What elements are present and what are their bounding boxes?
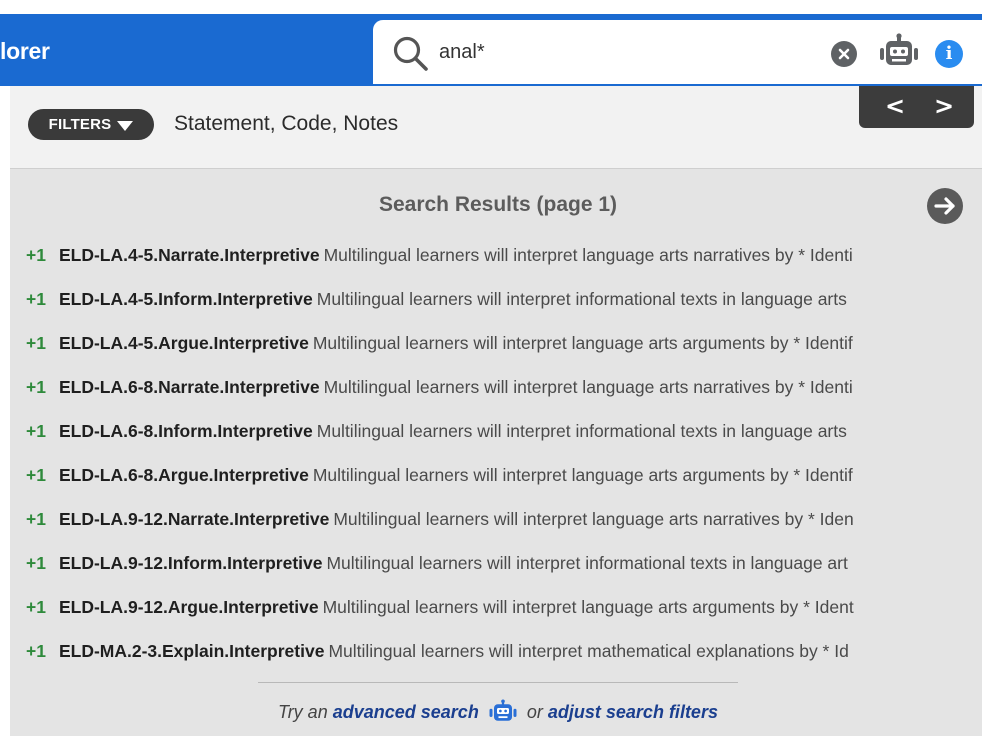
footer-middle: or: [526, 702, 543, 722]
result-score-badge: +1: [26, 509, 46, 529]
header-top-stripe: [0, 0, 982, 14]
result-score-badge: +1: [26, 333, 46, 353]
result-code[interactable]: ELD-LA.4-5.Inform.Interpretive: [59, 289, 313, 309]
filters-button[interactable]: FILTERS: [28, 109, 154, 140]
result-row[interactable]: +1 ELD-LA.6-8.Inform.Interpretive Multilin…: [26, 416, 982, 460]
result-code[interactable]: ELD-LA.6-8.Narrate.Interpretive: [59, 377, 320, 397]
result-score-badge: +1: [26, 377, 46, 397]
app-title: lorer: [0, 38, 50, 64]
result-code[interactable]: ELD-LA.9-12.Argue.Interpretive: [59, 597, 319, 617]
caret-down-icon: [117, 120, 134, 131]
search-input[interactable]: [439, 38, 819, 66]
result-row[interactable]: +1 ELD-LA.9-12.Narrate.Interpretive Multil…: [26, 504, 982, 548]
search-box: i: [373, 20, 982, 84]
result-text: Multilingual learners will interpret lan…: [323, 377, 853, 397]
result-row[interactable]: +1 ELD-LA.6-8.Narrate.Interpretive Multili…: [26, 372, 982, 416]
result-code[interactable]: ELD-LA.4-5.Narrate.Interpretive: [59, 245, 320, 265]
filters-button-label: FILTERS: [48, 116, 112, 133]
page-nav: < >: [859, 86, 974, 128]
result-code[interactable]: ELD-LA.9-12.Narrate.Interpretive: [59, 509, 329, 529]
result-code[interactable]: ELD-MA.2-3.Explain.Interpretive: [59, 641, 324, 661]
footer-divider: [258, 682, 738, 683]
result-row[interactable]: +1 ELD-LA.4-5.Argue.Interpretive Multiling…: [26, 328, 982, 372]
arrow-right-circle-icon[interactable]: [927, 188, 963, 224]
result-row[interactable]: +1 ELD-LA.9-12.Argue.Interpretive Multilin…: [26, 592, 982, 636]
result-text: Multilingual learners will interpret inf…: [316, 289, 847, 309]
result-text: Multilingual learners will interpret inf…: [316, 421, 847, 441]
result-score-badge: +1: [26, 289, 46, 309]
footer-prefix: Try an: [278, 702, 328, 722]
result-score-badge: +1: [26, 465, 46, 485]
result-code[interactable]: ELD-LA.9-12.Inform.Interpretive: [59, 553, 323, 573]
search-help-footer: Try an advanced search or adjust search …: [10, 699, 982, 723]
result-row[interactable]: +1 ELD-LA.4-5.Inform.Interpretive Multilin…: [26, 284, 982, 328]
result-list: +1 ELD-LA.4-5.Narrate.Interpretive Multili…: [26, 240, 982, 680]
search-icon[interactable]: [391, 34, 431, 74]
prev-page-button[interactable]: <: [885, 92, 905, 120]
result-row[interactable]: +1 ELD-LA.6-8.Argue.Interpretive Multiling…: [26, 460, 982, 504]
robot-icon[interactable]: [879, 33, 919, 71]
result-code[interactable]: ELD-LA.4-5.Argue.Interpretive: [59, 333, 309, 353]
result-text: Multilingual learners will interpret lan…: [323, 245, 853, 265]
result-code[interactable]: ELD-LA.6-8.Argue.Interpretive: [59, 465, 309, 485]
result-text: Multilingual learners will interpret lan…: [312, 333, 853, 353]
search-results-panel: Search Results (page 1) +1 ELD-LA.4-5.Nar…: [10, 169, 982, 736]
result-score-badge: +1: [26, 421, 46, 441]
result-text: Multilingual learners will interpret lan…: [312, 465, 853, 485]
filter-summary: Statement, Code, Notes: [174, 112, 399, 135]
next-page-button[interactable]: >: [934, 92, 954, 120]
result-score-badge: +1: [26, 245, 46, 265]
result-text: Multilingual learners will interpret mat…: [328, 641, 849, 661]
advanced-search-link[interactable]: advanced search: [333, 702, 479, 722]
clear-search-icon[interactable]: [831, 41, 857, 67]
result-score-badge: +1: [26, 641, 46, 661]
result-score-badge: +1: [26, 553, 46, 573]
result-row[interactable]: +1 ELD-LA.9-12.Inform.Interpretive Multili…: [26, 548, 982, 592]
result-text: Multilingual learners will interpret inf…: [326, 553, 848, 573]
results-title: Search Results (page 1): [378, 193, 618, 216]
robot-icon[interactable]: [488, 699, 518, 723]
result-row[interactable]: +1 ELD-LA.4-5.Narrate.Interpretive Multili…: [26, 240, 982, 284]
result-row[interactable]: +1 ELD-MA.2-3.Explain.Interpretive Multili…: [26, 636, 982, 680]
app-header: lorer i: [0, 0, 982, 86]
result-text: Multilingual learners will interpret lan…: [322, 597, 854, 617]
result-text: Multilingual learners will interpret lan…: [333, 509, 854, 529]
result-score-badge: +1: [26, 597, 46, 617]
filter-bar: FILTERS Statement, Code, Notes < >: [10, 86, 982, 169]
adjust-filters-link[interactable]: adjust search filters: [548, 702, 718, 722]
result-code[interactable]: ELD-LA.6-8.Inform.Interpretive: [59, 421, 313, 441]
info-icon[interactable]: i: [935, 40, 963, 68]
